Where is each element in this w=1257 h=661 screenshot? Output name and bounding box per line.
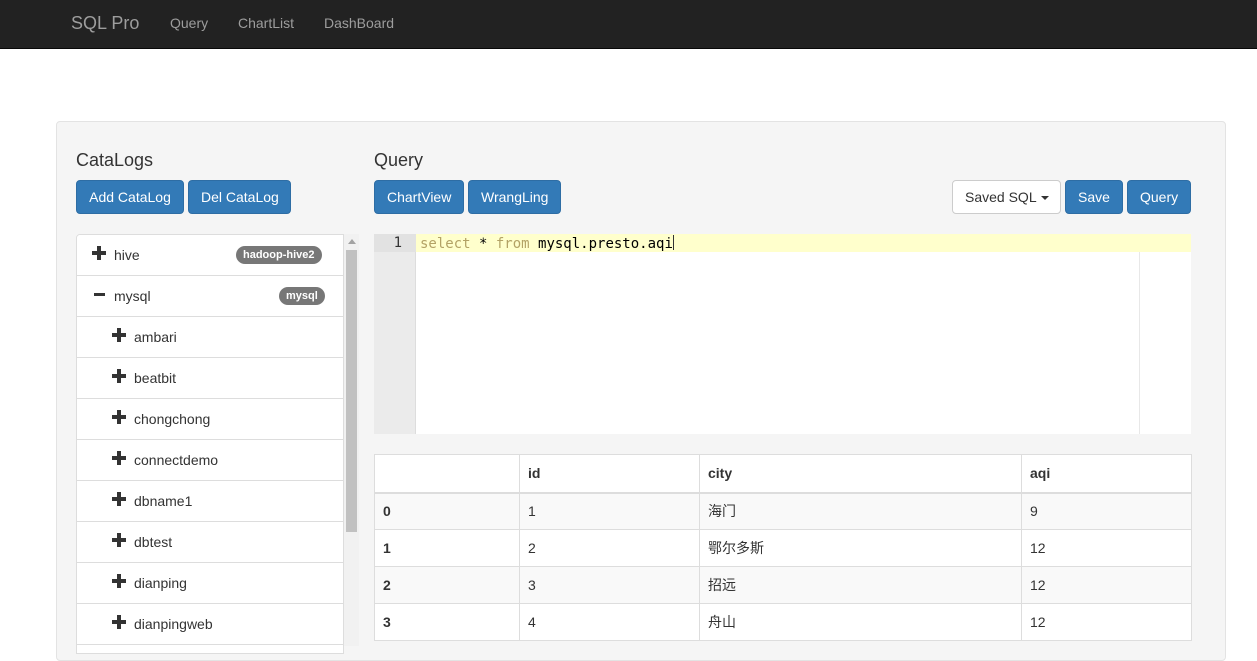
query-button[interactable]: Query [1127,180,1191,214]
tree-item-label: dbname1 [134,493,193,509]
tree-item-mysql[interactable]: mysql mysql [77,276,343,317]
table-cell: 2 [519,529,700,567]
saved-sql-dropdown[interactable]: Saved SQL [952,180,1061,214]
table-row: 0 1 海门 9 [374,492,1192,530]
tree-item-schema[interactable]: beatbit [77,358,343,399]
top-navbar: SQL Pro Query ChartList DashBoard [0,0,1257,49]
save-button[interactable]: Save [1065,180,1123,214]
tree-item-label: beatbit [134,370,177,386]
tree-item-label: mysql [114,288,151,304]
text-cursor [672,235,674,250]
table-cell: 海门 [699,492,1022,530]
table-row: 3 4 舟山 12 [374,603,1192,641]
saved-sql-label: Saved SQL [965,189,1037,205]
tree-item-label: dbtest [134,534,173,550]
tree-item-label: dianpingweb [134,616,213,632]
table-row: 2 3 招远 12 [374,566,1192,604]
tree-item-label: ambari [134,329,177,345]
query-title: Query [374,150,424,170]
sql-code-line[interactable]: select * from mysql.presto.aqi [420,235,674,253]
editor-gutter: 1 [374,234,416,434]
scrollbar-thumb[interactable] [346,250,357,532]
tree-item-schema[interactable]: dbname1 [77,481,343,522]
table-cell: 12 [1021,603,1192,641]
brand-logo[interactable]: SQL Pro [71,12,139,34]
row-index: 0 [374,492,520,530]
table-row: 1 2 鄂尔多斯 12 [374,529,1192,567]
tree-item-label: dianping [134,575,187,591]
tree-item-label: hive [114,247,140,263]
add-catalog-button[interactable]: Add CataLog [76,180,184,214]
table-cell: 9 [1021,492,1192,530]
nav-link-query[interactable]: Query [170,15,208,31]
tree-item-schema[interactable]: connectdemo [77,440,343,481]
expand-plus-icon[interactable] [112,574,126,588]
tree-item-schema[interactable]: ambari [77,317,343,358]
sql-keyword-from: from [495,236,530,252]
catalog-tree: hive hadoop-hive2 mysql mysql ambari bea… [76,234,344,654]
nav-link-chartlist[interactable]: ChartList [238,15,294,31]
expand-plus-icon[interactable] [112,328,126,342]
sql-token-table: mysql.presto.aqi [529,236,673,252]
expand-plus-icon[interactable] [112,615,126,629]
sql-editor[interactable]: 1 select * from mysql.presto.aqi [374,234,1191,434]
row-index: 2 [374,566,520,604]
tree-item-label: chongchong [134,411,211,427]
tree-item-label: connectdemo [134,452,219,468]
tree-item-schema[interactable]: dianpingweb [77,604,343,645]
expand-plus-icon[interactable] [112,533,126,547]
table-cell: 舟山 [699,603,1022,641]
caret-down-icon [1040,196,1049,201]
tree-item-hive[interactable]: hive hadoop-hive2 [77,235,343,276]
line-number: 1 [393,235,402,251]
catalogs-title: CataLogs [76,150,154,170]
table-header-row: id city aqi [374,454,1192,494]
scroll-up-arrow-icon[interactable] [348,239,356,244]
row-index: 3 [374,603,520,641]
table-cell: 12 [1021,566,1192,604]
table-cell: 1 [519,492,700,530]
column-header[interactable] [374,454,520,494]
expand-plus-icon[interactable] [112,492,126,506]
table-cell: 4 [519,603,700,641]
column-header[interactable]: id [519,454,700,494]
expand-plus-icon[interactable] [112,410,126,424]
table-cell: 鄂尔多斯 [699,529,1022,567]
nav-link-dashboard[interactable]: DashBoard [324,15,394,31]
catalog-type-badge: hadoop-hive2 [236,246,322,264]
print-margin [1139,252,1140,434]
tree-item-schema[interactable]: chongchong [77,399,343,440]
expand-plus-icon[interactable] [112,369,126,383]
wrangling-button[interactable]: WrangLing [468,180,561,214]
table-cell: 3 [519,566,700,604]
table-cell: 招远 [699,566,1022,604]
sql-keyword-select: select [420,236,471,252]
sql-token-star: * [470,236,496,252]
column-header[interactable]: aqi [1021,454,1192,494]
catalog-tree-scrollbar[interactable] [344,234,359,646]
tree-item-schema[interactable]: dianping [77,563,343,604]
row-index: 1 [374,529,520,567]
column-header[interactable]: city [699,454,1022,494]
expand-plus-icon[interactable] [92,246,106,260]
table-cell: 12 [1021,529,1192,567]
tree-item-schema[interactable]: dbtest [77,522,343,563]
del-catalog-button[interactable]: Del CataLog [188,180,291,214]
expand-plus-icon[interactable] [112,451,126,465]
catalog-type-badge: mysql [279,287,325,305]
results-table: id city aqi 0 1 海门 9 1 2 鄂尔多斯 12 2 3 招远 … [374,454,1192,641]
chartview-button[interactable]: ChartView [374,180,464,214]
collapse-minus-icon[interactable] [94,287,108,301]
